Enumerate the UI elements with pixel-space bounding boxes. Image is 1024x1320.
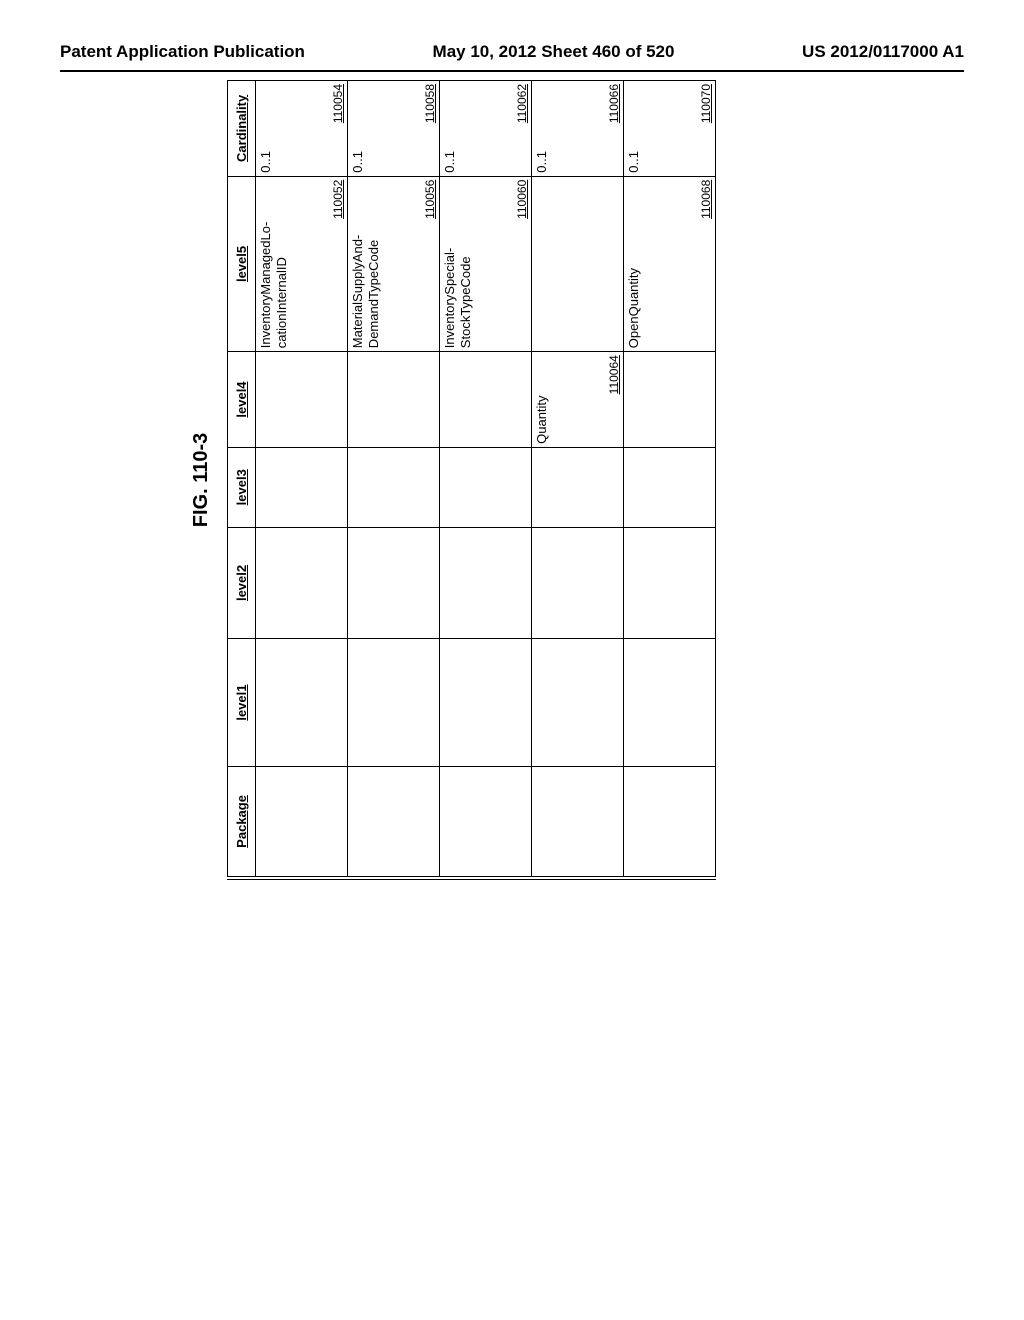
col-header-package: Package — [228, 766, 256, 878]
header-rule — [60, 70, 964, 72]
table-row: InventoryManagedLo-cationInternalID 11005… — [256, 81, 348, 879]
col-header-level1: level1 — [228, 639, 256, 767]
col-header-level4: level4 — [228, 352, 256, 448]
ref-number: 110060 — [515, 180, 529, 219]
ref-number: 110064 — [607, 355, 621, 394]
table-row: MaterialSupplyAnd-DemandTypeCode 110056 0… — [348, 81, 440, 879]
data-table: Package level1 level2 level3 level4 leve… — [227, 80, 716, 880]
ref-number: 110068 — [699, 180, 713, 219]
header-center: May 10, 2012 Sheet 460 of 520 — [433, 42, 675, 62]
ref-number: 110054 — [331, 84, 345, 123]
cell-value: Quantity — [534, 395, 549, 443]
cell-value: 0..1 — [258, 151, 273, 173]
cell-value: InventoryManagedLo-cationInternalID — [258, 222, 289, 348]
cell-value: 0..1 — [626, 151, 641, 173]
ref-number: 110070 — [699, 84, 713, 123]
header-right: US 2012/0117000 A1 — [802, 42, 964, 62]
cell-value: 0..1 — [534, 151, 549, 173]
table-row: InventorySpecial-StockTypeCode 110060 0..… — [440, 81, 532, 879]
page-header: Patent Application Publication May 10, 2… — [0, 42, 1024, 68]
cell-value: 0..1 — [442, 151, 457, 173]
col-header-level2: level2 — [228, 527, 256, 639]
table-row: Quantity 110064 0..1 110066 — [532, 81, 624, 879]
table-header-row: Package level1 level2 level3 level4 leve… — [228, 81, 256, 879]
header-left: Patent Application Publication — [60, 42, 305, 62]
figure-label: FIG. 110-3 — [190, 80, 213, 880]
cell-value: OpenQuantity — [626, 268, 641, 348]
table-row: OpenQuantity 110068 0..1 110070 — [624, 81, 716, 879]
cell-value: InventorySpecial-StockTypeCode — [442, 248, 473, 348]
ref-number: 110058 — [423, 84, 437, 123]
col-header-level5: level5 — [228, 176, 256, 351]
ref-number: 110062 — [515, 84, 529, 123]
ref-number: 110052 — [331, 180, 345, 219]
col-header-level3: level3 — [228, 447, 256, 527]
ref-number: 110056 — [423, 180, 437, 219]
col-header-cardinality: Cardinality — [228, 81, 256, 177]
cell-value: 0..1 — [350, 151, 365, 173]
figure-area: FIG. 110-3 Package level1 level2 level3 … — [190, 80, 850, 880]
ref-number: 110066 — [607, 84, 621, 123]
cell-value: MaterialSupplyAnd-DemandTypeCode — [350, 235, 381, 348]
